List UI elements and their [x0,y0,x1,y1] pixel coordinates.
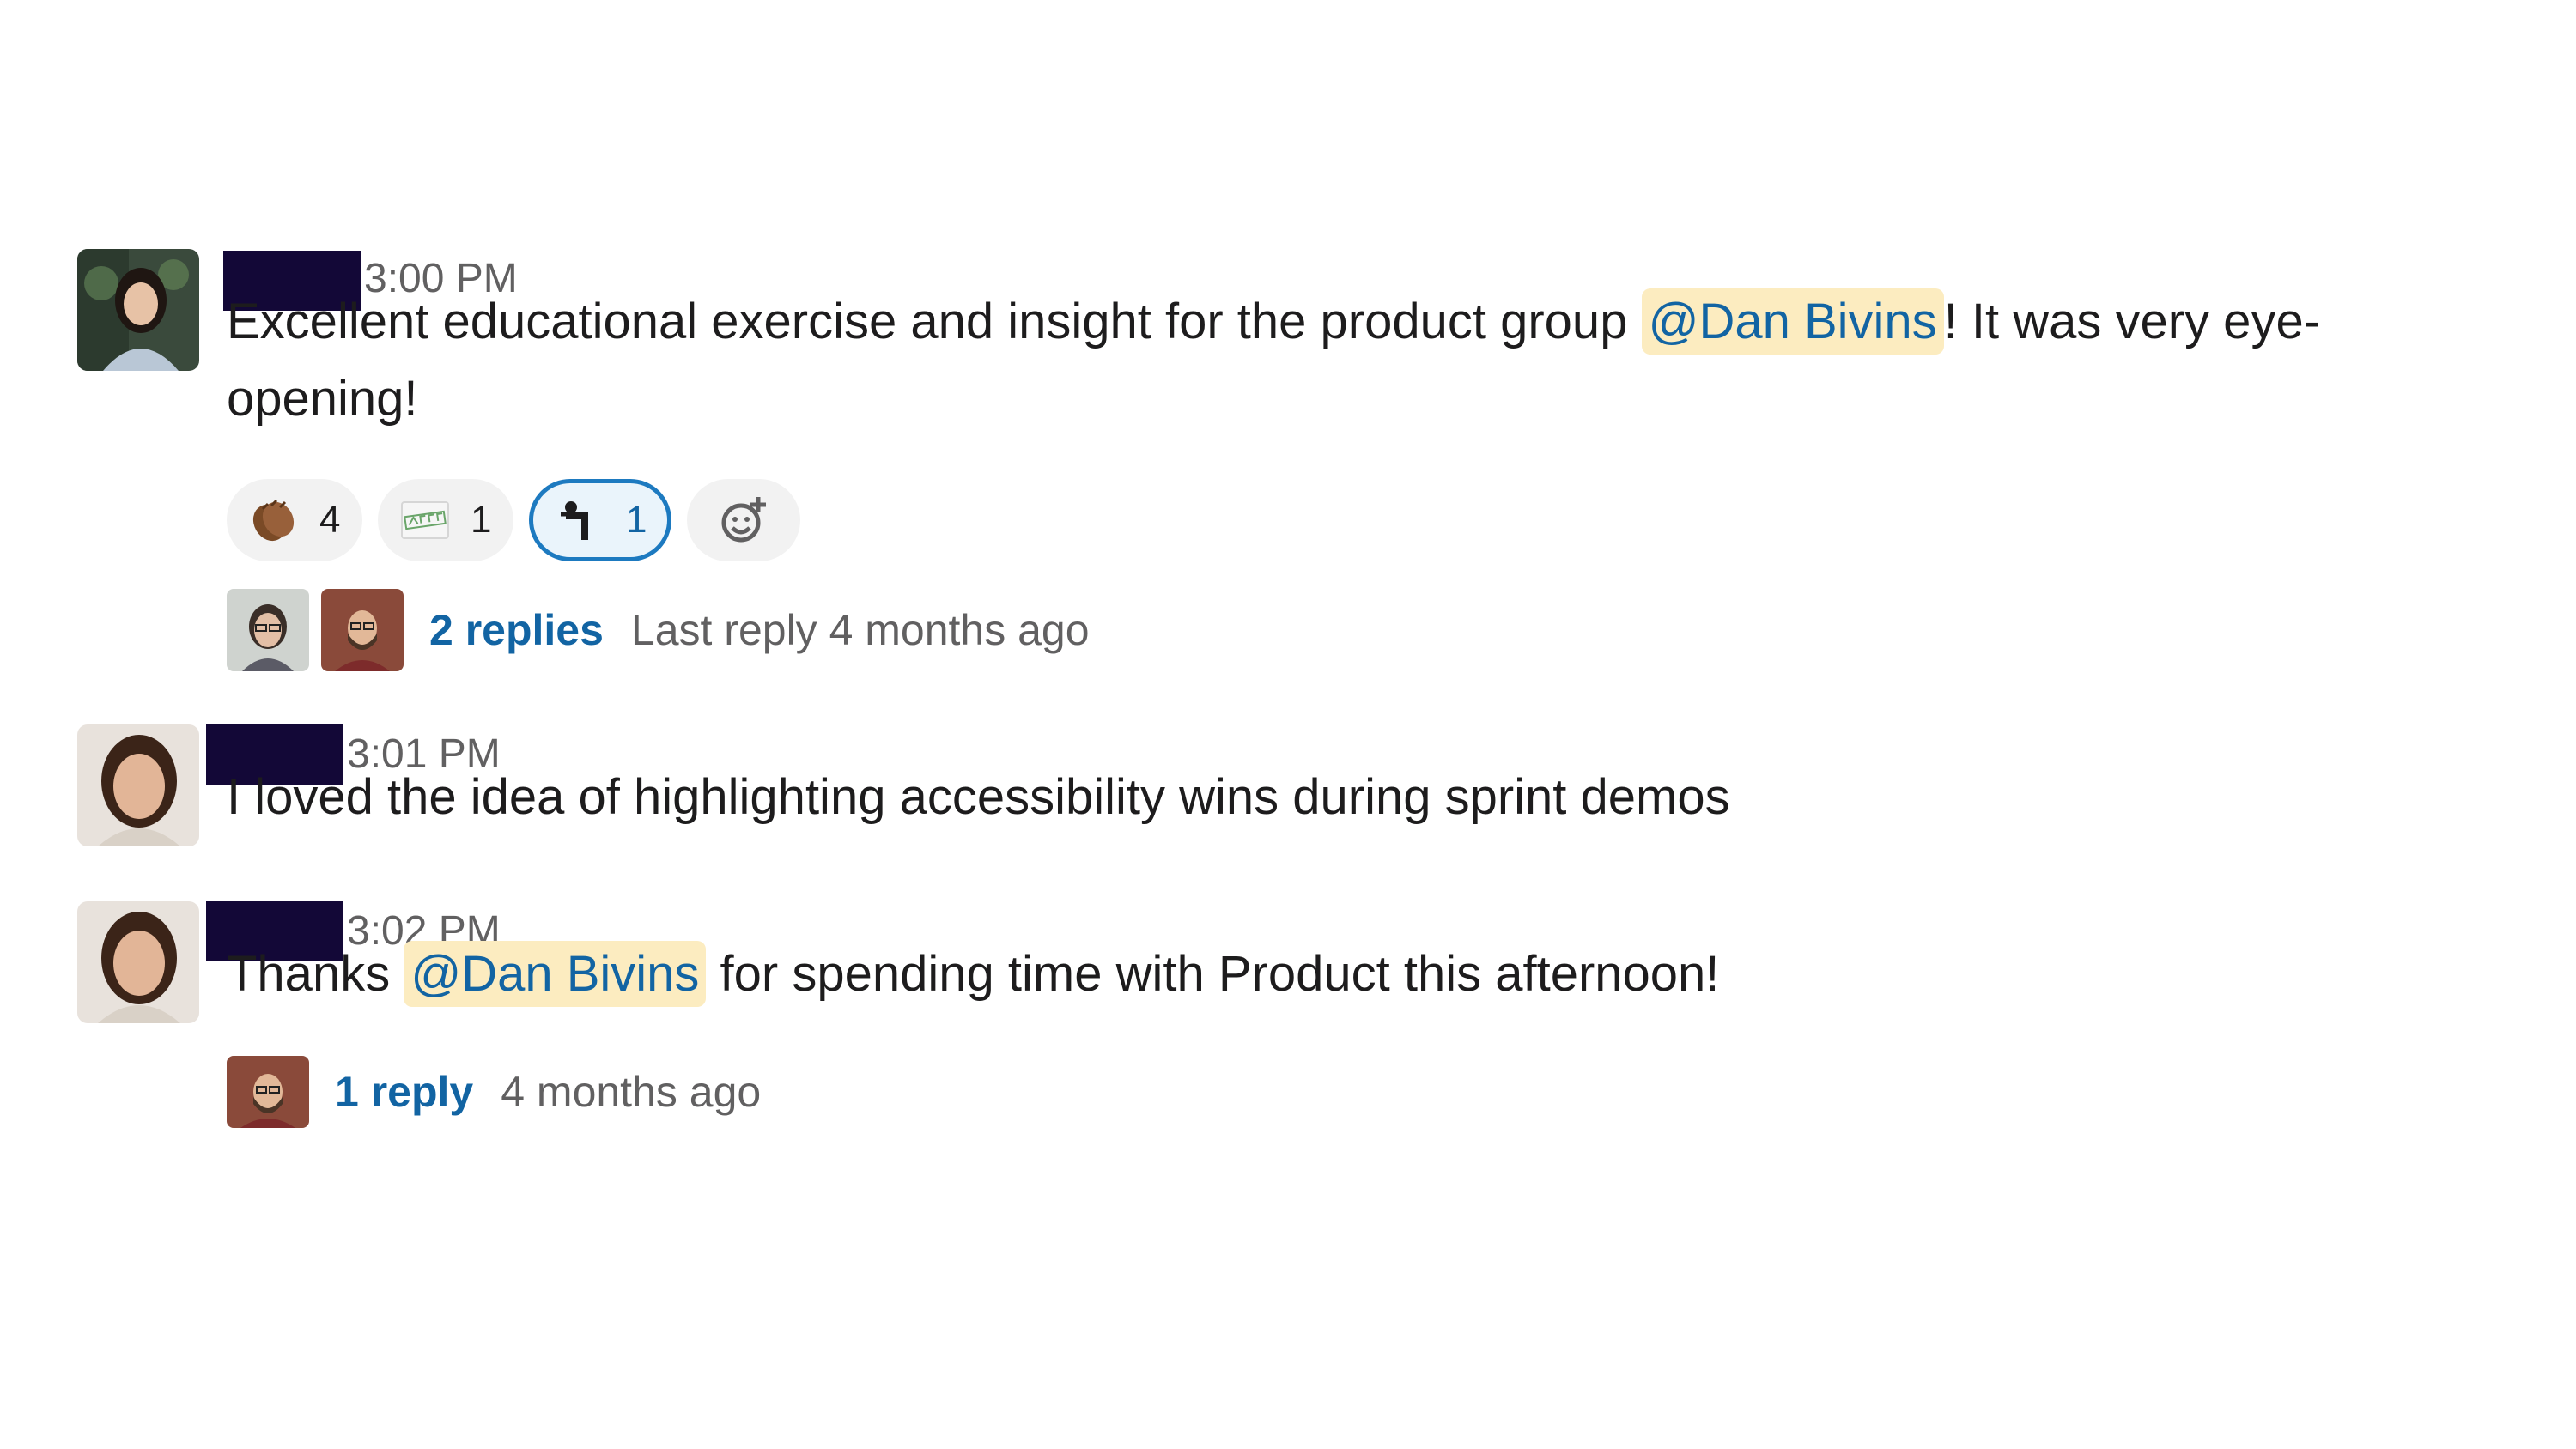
message-text-after: for spending time with Product this afte… [706,946,1720,1002]
add-reaction-button[interactable] [687,479,801,561]
reaction-agree[interactable]: 1 [378,479,513,561]
add-reaction-icon [721,497,767,543]
avatar[interactable] [77,901,199,1023]
thread-last-reply: Last reply 4 months ago [630,606,1090,654]
replier-avatar [227,589,309,671]
message-text: Thanks @Dan Bivins for spending time wit… [227,936,2459,1013]
thread-summary[interactable]: 2 replies Last reply 4 months ago [227,589,1090,671]
reaction-clapping-hands[interactable]: 4 [227,479,362,561]
user-mention[interactable]: @Dan Bivins [404,941,707,1007]
message-text-before: Thanks [227,946,404,1002]
message-text-before: Excellent educational exercise and insig… [227,294,1642,349]
bowing-figure-icon [561,501,588,540]
thread-last-reply: 4 months ago [501,1068,762,1116]
message-text: I loved the idea of highlighting accessi… [227,769,1730,825]
replier-avatar [227,1056,309,1128]
reaction-count: 4 [319,499,341,541]
thread-replies-link[interactable]: 1 reply [335,1067,473,1117]
user-mention[interactable]: @Dan Bivins [1641,288,1944,355]
message-text: Excellent educational exercise and insig… [227,283,2459,438]
avatar[interactable] [77,724,199,846]
thread-summary[interactable]: 1 reply 4 months ago [227,1056,761,1128]
reaction-count: 1 [626,499,647,541]
reaction-count: 1 [471,499,492,541]
clapping-hands-icon [252,499,295,542]
reaction-bar: 4 1 1 [227,479,801,561]
reaction-bowing-figure[interactable]: 1 [529,479,672,561]
avatar[interactable] [77,249,199,371]
agree-stamp-icon [401,501,449,539]
thread-replies-link[interactable]: 2 replies [429,605,604,655]
replier-avatar [321,589,404,671]
